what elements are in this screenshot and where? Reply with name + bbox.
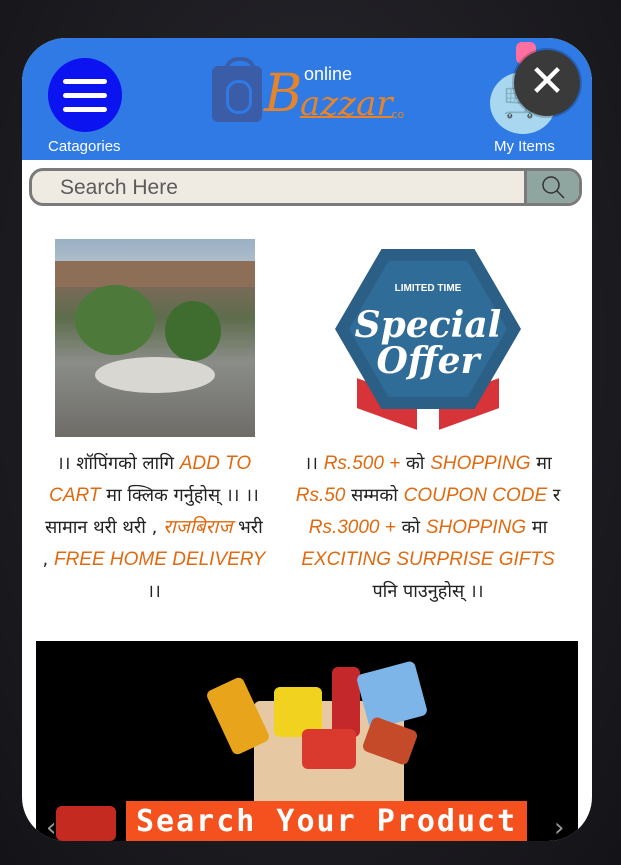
menu-icon-line	[63, 92, 107, 98]
menu-button[interactable]	[48, 58, 122, 132]
badge-limited-text: LIMITED TIME	[394, 283, 462, 294]
my-items-label[interactable]: My Items	[494, 138, 555, 155]
logo-online-text: online	[304, 64, 353, 84]
categories-label[interactable]: Catagories	[48, 138, 121, 155]
logo-text: azzar	[300, 84, 393, 124]
carousel-next-button[interactable]: ›	[554, 813, 564, 841]
shopping-bag-icon	[212, 57, 262, 122]
menu-icon-line	[63, 106, 107, 112]
badge-special-text: Special	[354, 304, 502, 346]
promo-image-market[interactable]	[55, 239, 255, 437]
special-offer-badge[interactable]: LIMITED TIME Special Offer	[327, 239, 529, 437]
promo-description-1: ।। शॉपिंगको लागि ADD TO CART मा क्लिक गर…	[42, 453, 266, 602]
promo-description-2: ।। Rs.500 + को SHOPPING मा Rs.50 सम्मको …	[295, 453, 561, 602]
menu-icon-line	[63, 78, 107, 84]
carousel-prev-button[interactable]: ‹	[46, 813, 56, 841]
search-bar	[29, 168, 582, 206]
logo-letter: B	[264, 64, 303, 124]
badge-offer-text: Offer	[376, 340, 480, 382]
search-icon	[542, 176, 565, 199]
search-input[interactable]	[32, 171, 558, 203]
grocery-banner[interactable]: ‹ › Search Your Product	[36, 641, 578, 841]
top-bar: Catagories B online azzar .co 🛒 My Items…	[22, 38, 592, 160]
app-screen: Catagories B online azzar .co 🛒 My Items…	[22, 38, 592, 841]
close-button[interactable]: ✕	[514, 50, 580, 116]
logo-suffix: .co	[388, 108, 405, 121]
site-logo[interactable]: B online azzar .co	[212, 57, 412, 130]
search-product-cta[interactable]: Search Your Product	[126, 801, 528, 841]
search-button[interactable]	[524, 171, 579, 203]
